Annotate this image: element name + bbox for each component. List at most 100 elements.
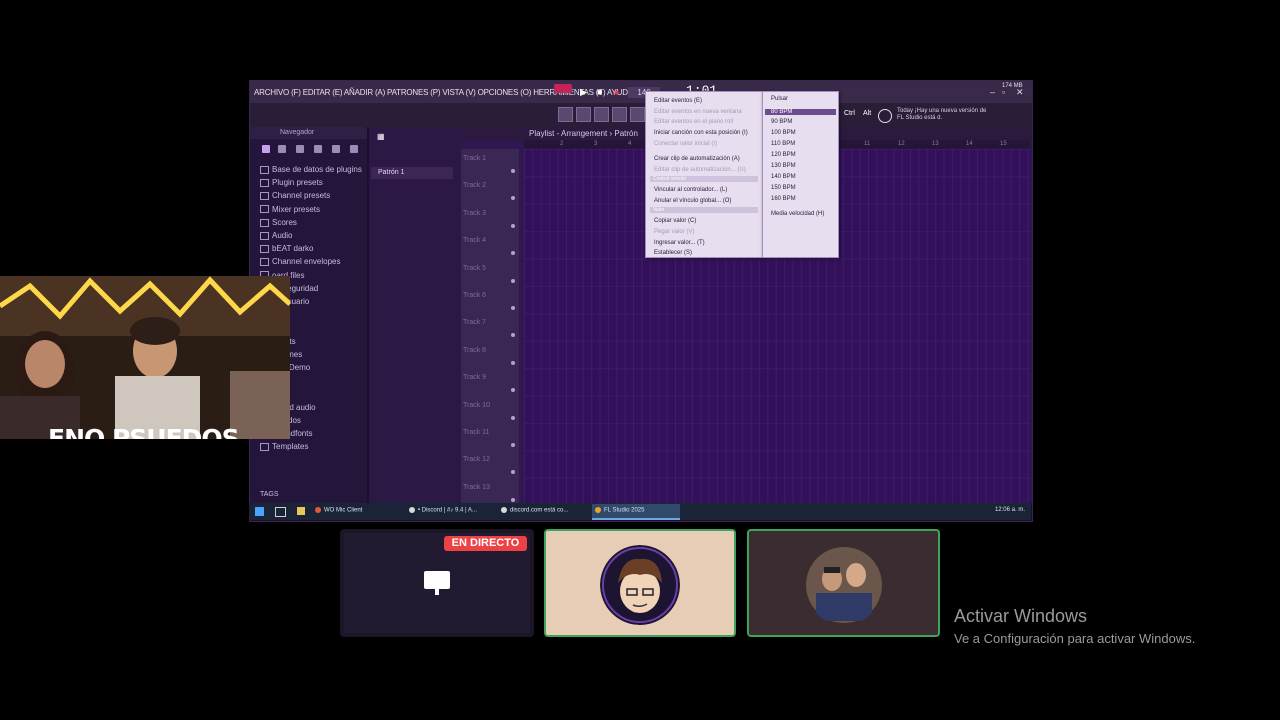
track-header[interactable]: Track 9	[463, 374, 486, 381]
browser-filter-icon[interactable]	[262, 145, 270, 153]
context-menu-item[interactable]: Ingresar valor... (T)	[654, 240, 705, 246]
browser-item[interactable]: Base de datos de plugins	[260, 165, 362, 174]
mixer-icon[interactable]	[630, 107, 645, 122]
record-button[interactable]: ●	[614, 87, 619, 97]
browser-tool-icon[interactable]	[278, 145, 286, 153]
browser-tool-icon[interactable]	[332, 145, 340, 153]
clock[interactable]: 12:06 a. m.	[995, 507, 1025, 513]
tags-label[interactable]: TAGS	[260, 491, 279, 498]
context-menu-item[interactable]: Iniciar canción con esta posición (I)	[654, 130, 748, 136]
track-header[interactable]: Track 10	[463, 402, 490, 409]
toolbar-button[interactable]	[576, 107, 591, 122]
track-mute-icon[interactable]	[511, 388, 515, 393]
track-mute-icon[interactable]	[511, 306, 515, 310]
star-icon[interactable]	[350, 145, 358, 153]
browser-item[interactable]: Scores	[260, 218, 297, 227]
participant-tile[interactable]	[747, 529, 940, 637]
track-mute-icon[interactable]	[511, 360, 515, 365]
track-header[interactable]: Track 4	[463, 237, 486, 244]
maximize-icon[interactable]: ▫	[1002, 87, 1005, 97]
context-menu-item[interactable]: Vincular al controlador... (L)	[654, 187, 727, 193]
folder-icon	[260, 205, 269, 214]
ruler-bar-number: 2	[560, 141, 564, 147]
track-mute-icon[interactable]	[511, 470, 515, 475]
taskbar-app[interactable]: FL Studio 2025	[595, 507, 644, 514]
browser-item[interactable]: Templates	[260, 442, 308, 451]
track-mute-icon[interactable]	[511, 443, 515, 447]
track-header[interactable]: Track 11	[463, 429, 489, 436]
toolbar-button[interactable]	[558, 107, 573, 122]
track-mute-icon[interactable]	[511, 251, 515, 256]
file-explorer-icon[interactable]	[297, 507, 305, 515]
close-icon[interactable]: ✕	[1016, 87, 1024, 98]
track-header[interactable]: Track 1	[463, 155, 486, 162]
track-mute-icon[interactable]	[511, 223, 515, 228]
pattern-icon[interactable]: ▦	[377, 132, 385, 141]
avatar	[804, 545, 884, 625]
pat-song-toggle[interactable]	[554, 84, 572, 93]
track-header[interactable]: Track 3	[463, 210, 486, 217]
track-header[interactable]: Track 12	[463, 456, 490, 463]
bpm-menu-item[interactable]: 110 BPM	[771, 141, 795, 147]
context-menu-item[interactable]: Establecer (S)	[654, 250, 692, 256]
taskbar-app[interactable]: • Discord | #♪ 9.4 | A...	[409, 507, 477, 514]
context-menu-item[interactable]: Copiar valor (C)	[654, 218, 696, 224]
browser-tool-icon[interactable]	[314, 145, 322, 153]
bpm-menu-item[interactable]: 150 BPM	[771, 185, 796, 191]
play-button[interactable]: ▶	[580, 87, 587, 98]
app-icon	[409, 507, 415, 513]
track-mute-icon[interactable]	[511, 196, 515, 201]
toolbar-button[interactable]	[594, 107, 609, 122]
track-mute-icon[interactable]	[511, 169, 515, 173]
task-view-icon[interactable]	[275, 507, 286, 517]
minimize-icon[interactable]: –	[990, 87, 995, 97]
track-header[interactable]: Track 13	[463, 484, 490, 491]
bpm-menu-item[interactable]: 80 BPM	[765, 109, 836, 115]
browser-item[interactable]: Mixer presets	[260, 205, 320, 214]
track-header[interactable]: Track 7	[463, 319, 486, 326]
bpm-menu-item[interactable]: Pulsar	[771, 96, 788, 102]
track-header[interactable]: Track 5	[463, 265, 486, 272]
context-menu-item[interactable]: Conectar valor inicial (I)	[654, 141, 717, 147]
track-mute-icon[interactable]	[511, 333, 515, 338]
track-mute-icon[interactable]	[511, 497, 515, 502]
bpm-menu-item[interactable]: 120 BPM	[771, 152, 796, 158]
browser-item-label: Mixer presets	[272, 204, 321, 214]
browser-item[interactable]: bEAT darko	[260, 244, 314, 253]
bpm-menu-item[interactable]: 140 BPM	[771, 174, 796, 180]
browser-tool-icon[interactable]	[296, 145, 304, 153]
track-header[interactable]: Track 8	[463, 347, 486, 354]
participant-tile[interactable]	[544, 529, 736, 637]
webcam-overlay: ENO PSUEDOS	[0, 276, 290, 439]
bpm-menu-item[interactable]: 130 BPM	[771, 163, 796, 169]
taskbar-app[interactable]: WO Mic Client	[315, 507, 362, 514]
bpm-menu-item[interactable]: 100 BPM	[771, 130, 796, 136]
bpm-menu-item[interactable]: 90 BPM	[771, 119, 792, 125]
browser-item[interactable]: Channel envelopes	[260, 257, 341, 266]
menu-items[interactable]: ARCHIVO (F) EDITAR (E) AÑADIR (A) PATRON…	[254, 88, 633, 97]
context-menu-item[interactable]: Editar eventos en el piano roll	[654, 119, 733, 125]
pattern-item[interactable]: Patrón 1	[371, 167, 453, 179]
taskbar-app[interactable]: discord.com está co...	[501, 507, 568, 514]
start-icon[interactable]	[255, 507, 264, 516]
track-header[interactable]: Track 2	[463, 182, 486, 189]
bpm-menu-item[interactable]: Media velocidad (H)	[771, 211, 824, 217]
stop-button[interactable]: ■	[597, 87, 602, 97]
track-mute-icon[interactable]	[511, 415, 515, 420]
track-mute-icon[interactable]	[511, 278, 515, 283]
bpm-menu-item[interactable]: 160 BPM	[771, 196, 796, 202]
context-menu: Editar eventos (E) Editar eventos en nuev…	[645, 91, 763, 258]
context-menu-item[interactable]: Crear clip de automatización (A)	[654, 156, 740, 162]
browser-item[interactable]: Channel presets	[260, 191, 330, 200]
track-header[interactable]: Track 6	[463, 292, 486, 299]
context-menu-item[interactable]: Editar clip de automatización... (U)	[654, 167, 746, 173]
browser-item[interactable]: Plugin presets	[260, 178, 323, 187]
toolbar-button[interactable]	[612, 107, 627, 122]
menu-bar[interactable]: ARCHIVO (F) EDITAR (E) AÑADIR (A) PATRON…	[250, 81, 1032, 103]
context-menu-item[interactable]: Editar eventos (E)	[654, 98, 702, 104]
browser-item[interactable]: Audio	[260, 231, 292, 240]
context-menu-item[interactable]: Anular el vínculo global... (O)	[654, 198, 731, 204]
context-menu-item[interactable]: Editar eventos en nueva ventana	[654, 109, 742, 115]
context-menu-item[interactable]: Pegar valor (V)	[654, 229, 694, 235]
browser-item-label: Base de datos de plugins	[272, 165, 362, 174]
